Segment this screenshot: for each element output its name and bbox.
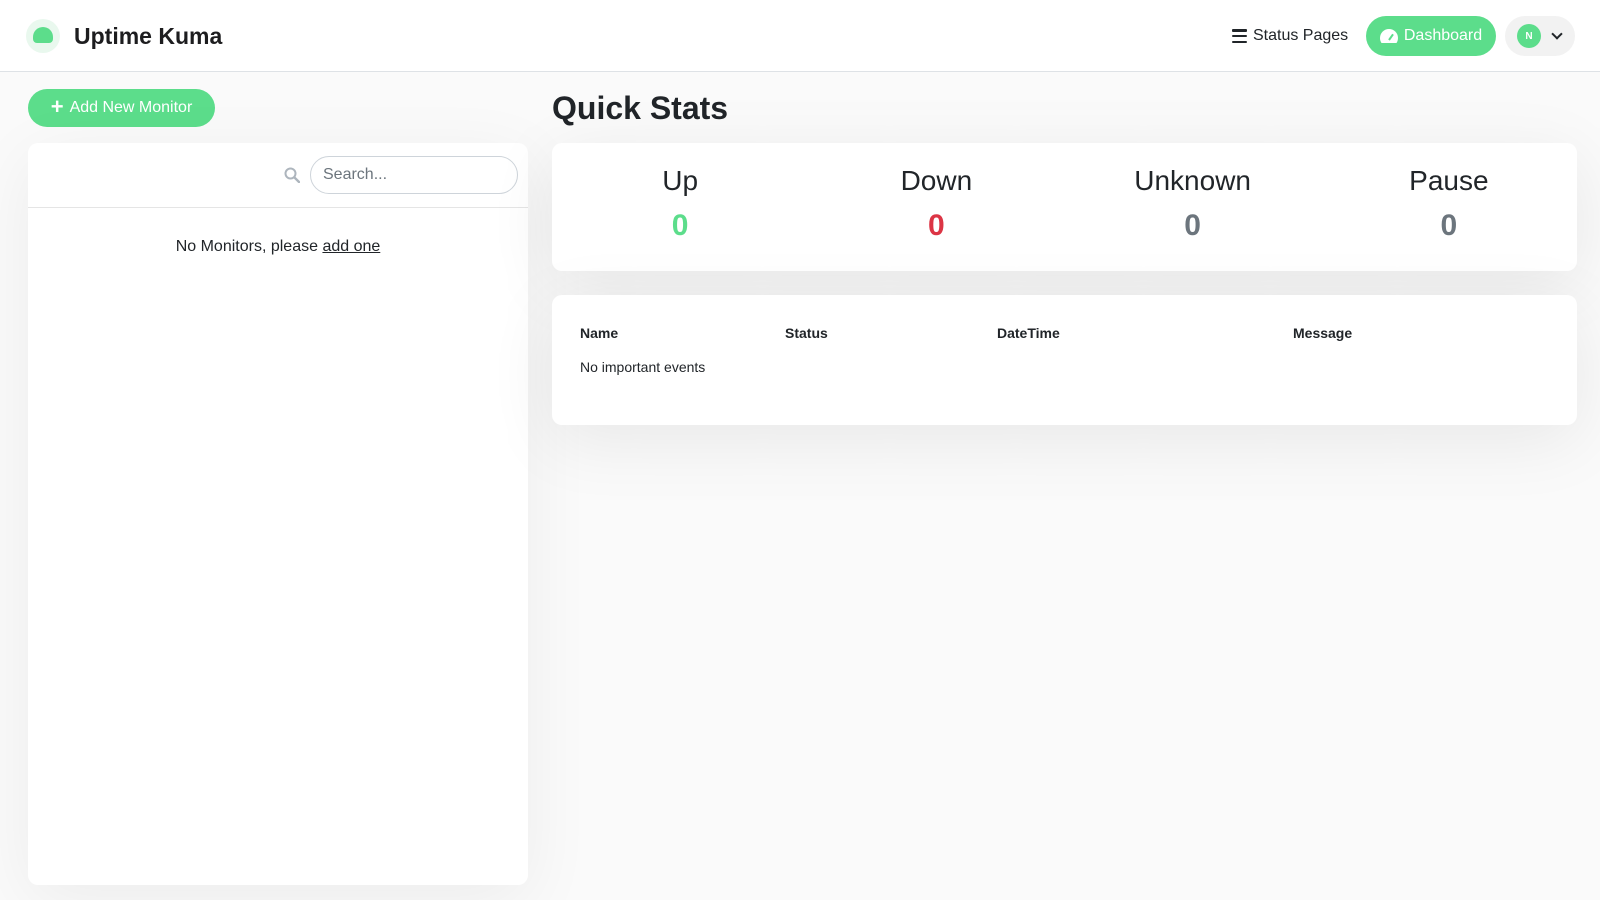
stat-up: Up 0 [552,143,808,271]
uptime-kuma-logo-icon [26,19,60,53]
bars-icon [1232,29,1247,43]
stat-value: 0 [671,209,689,242]
column-message: Message [1293,325,1353,341]
stat-unknown: Unknown 0 [1065,143,1321,271]
add-one-link[interactable]: add one [322,238,380,255]
page-title: Quick Stats [552,90,729,126]
stat-pause: Pause 0 [1321,143,1577,271]
add-new-monitor-button[interactable]: + Add New Monitor [28,89,215,127]
dashboard-label: Dashboard [1403,27,1483,44]
tachometer-icon [1379,29,1398,43]
stat-down: Down 0 [808,143,1064,271]
brand[interactable]: Uptime Kuma [26,19,222,53]
stat-label: Unknown [1134,165,1251,196]
column-status: Status [785,325,828,341]
brand-title: Uptime Kuma [74,22,223,49]
table-row: No important events [580,359,1550,375]
search-icon [284,167,300,183]
monitor-list-header [28,143,528,208]
stat-label: Pause [1409,165,1489,196]
stat-value: 0 [1440,209,1458,242]
column-name: Name [580,325,619,341]
no-monitors-message: No Monitors, please add one [28,238,528,256]
table-header-row: Name Status DateTime Message [580,325,1550,359]
avatar: N [1517,24,1541,48]
plus-icon: + [50,94,64,119]
top-navbar: Uptime Kuma Status Pages Dashboard N [0,0,1600,72]
stat-label: Up [662,165,699,196]
stat-value: 0 [1184,209,1201,242]
events-table: Name Status DateTime Message No importan… [580,325,1550,375]
search-input[interactable] [310,156,518,194]
important-events-card: Name Status DateTime Message No importan… [552,295,1577,425]
stat-label: Down [900,165,973,196]
status-pages-link[interactable]: Status Pages [1232,24,1348,48]
no-events-text: No important events [580,359,706,375]
column-datetime: DateTime [997,325,1060,341]
stat-value: 0 [928,209,945,242]
no-monitors-text: No Monitors, please [175,238,323,255]
monitor-list: No Monitors, please add one [28,143,528,885]
chevron-down-icon [1551,28,1563,40]
add-new-monitor-label: Add New Monitor [69,99,193,116]
dashboard-button[interactable]: Dashboard [1366,16,1496,56]
status-pages-label: Status Pages [1253,27,1349,44]
quick-stats-card: Up 0 Down 0 Unknown 0 Pause 0 [552,143,1577,271]
profile-dropdown[interactable]: N [1505,16,1575,56]
